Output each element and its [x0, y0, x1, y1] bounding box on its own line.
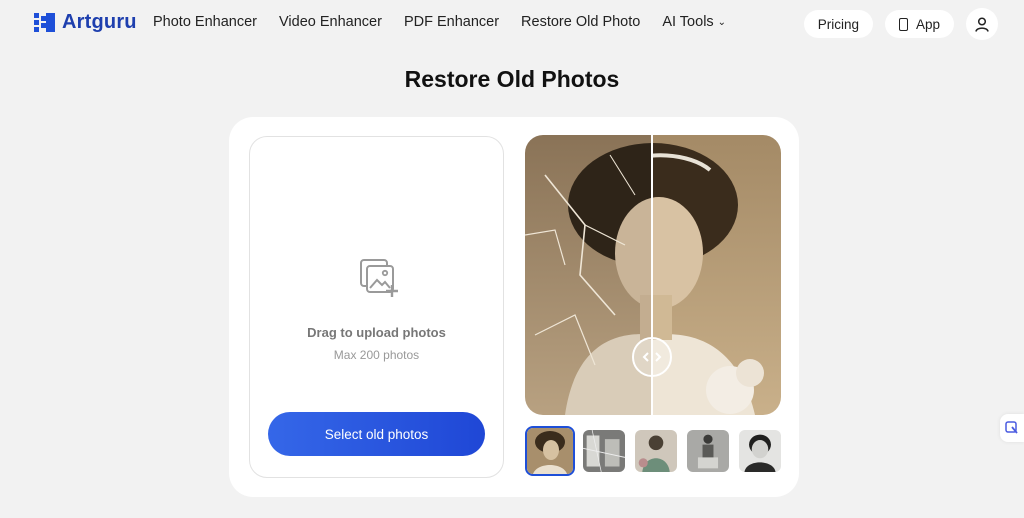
app-label: App: [915, 16, 940, 32]
sample-image-2: [583, 430, 625, 472]
side-feedback-button[interactable]: [1000, 414, 1024, 442]
upload-subtitle: Max 200 photos: [333, 348, 420, 362]
restore-card: Drag to upload photos Max 200 photos Sel…: [229, 117, 799, 497]
sample-image-3: [635, 430, 677, 472]
brand-name: Artguru: [62, 11, 137, 33]
nav-pdf-enhancer[interactable]: PDF Enhancer: [404, 14, 499, 30]
app-button[interactable]: App: [884, 10, 954, 38]
sample-thumbnail-3[interactable]: [633, 428, 679, 474]
nav-links: Photo Enhancer Video Enhancer PDF Enhanc…: [153, 14, 748, 30]
nav-photo-enhancer[interactable]: Photo Enhancer: [153, 14, 257, 30]
nav-ai-tools[interactable]: AI Tools ⌄: [662, 14, 726, 30]
nav-ai-tools-label: AI Tools: [662, 14, 714, 30]
sample-image-1: [527, 428, 573, 474]
feedback-icon: [1005, 421, 1018, 434]
sample-image-4: [687, 430, 729, 472]
user-icon: [975, 16, 989, 32]
sample-thumbnails: [525, 426, 789, 476]
sample-thumbnail-5[interactable]: [737, 428, 783, 474]
image-upload-icon: [360, 259, 398, 297]
sample-image-5: [739, 430, 781, 472]
artguru-logo-icon: [34, 12, 56, 33]
sample-thumbnail-4[interactable]: [685, 428, 731, 474]
upload-dropzone[interactable]: Drag to upload photos Max 200 photos Sel…: [249, 136, 504, 478]
top-navbar: Artguru Photo Enhancer Video Enhancer PD…: [0, 0, 1024, 44]
chevron-down-icon: ⌄: [717, 17, 727, 28]
pricing-button[interactable]: Pricing: [803, 10, 873, 38]
page-title: Restore Old Photos: [404, 66, 620, 92]
pricing-label: Pricing: [817, 16, 859, 32]
sample-thumbnail-2[interactable]: [581, 428, 627, 474]
nav-right: Pricing App: [792, 8, 998, 40]
before-after-preview[interactable]: [525, 135, 781, 415]
user-account-button[interactable]: [966, 8, 998, 40]
artguru-logo[interactable]: Artguru: [34, 11, 137, 34]
sample-thumbnail-1[interactable]: [525, 426, 575, 476]
nav-restore-old-photo[interactable]: Restore Old Photo: [521, 14, 640, 30]
compare-slider-handle[interactable]: [632, 337, 672, 377]
nav-video-enhancer[interactable]: Video Enhancer: [279, 14, 382, 30]
upload-title: Drag to upload photos: [307, 325, 446, 340]
compare-slider-icon: [642, 352, 662, 362]
phone-icon: [898, 17, 908, 31]
select-button-label: Select old photos: [324, 426, 429, 442]
select-old-photos-button[interactable]: Select old photos: [268, 412, 485, 456]
